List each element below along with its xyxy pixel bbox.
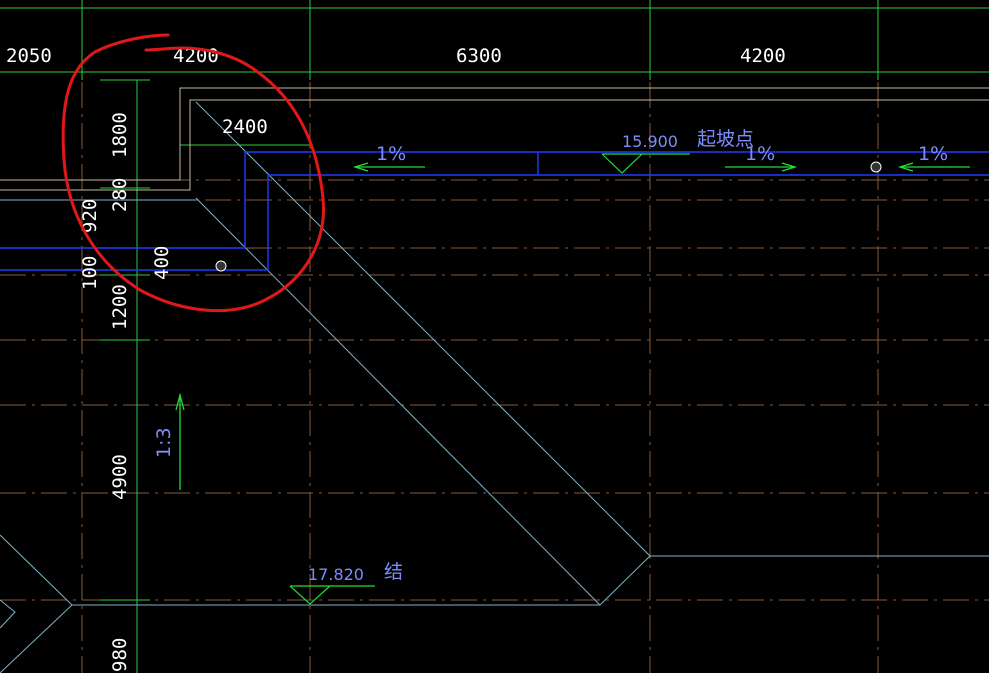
axis-lines <box>0 0 989 673</box>
dim-4900: 4900 <box>109 454 131 500</box>
dim-100: 100 <box>79 256 101 290</box>
dim-280: 280 <box>109 178 131 212</box>
slope-arrows <box>175 162 970 490</box>
slope-labels: 1% 1% 1% 1:3 <box>153 143 948 458</box>
elevation-labels: 15.900 起坡点 17.820 结 <box>308 128 754 584</box>
elevation-top-note: 起坡点 <box>697 128 754 150</box>
dimension-grid <box>0 0 989 673</box>
dim-2400: 2400 <box>222 116 268 138</box>
elevation-top: 15.900 <box>622 132 678 151</box>
drain-icon <box>870 161 882 173</box>
left-dimensions: 1800 280 920 100 400 1200 4900 980 <box>79 112 173 672</box>
drain-icon <box>215 260 227 272</box>
dim-980: 980 <box>109 638 131 672</box>
slope-ratio: 1:3 <box>153 427 175 458</box>
slope-label: 1% <box>376 143 406 165</box>
dim-1200: 1200 <box>109 284 131 330</box>
elevation-bottom-note: 结 <box>384 561 403 583</box>
dim-400: 400 <box>151 246 173 280</box>
dim-6300: 6300 <box>456 45 502 67</box>
red-annotation-circle <box>61 33 325 313</box>
drain-icons <box>215 161 882 272</box>
dim-2050: 2050 <box>6 45 52 67</box>
elevation-bottom: 17.820 <box>308 565 364 584</box>
dim-4200-right: 4200 <box>740 45 786 67</box>
cad-drawing-canvas: 2050 4200 6300 4200 2400 1800 280 920 10… <box>0 0 989 673</box>
dim-1800: 1800 <box>109 112 131 158</box>
gutter-lines <box>0 151 989 271</box>
slope-label: 1% <box>918 143 948 165</box>
